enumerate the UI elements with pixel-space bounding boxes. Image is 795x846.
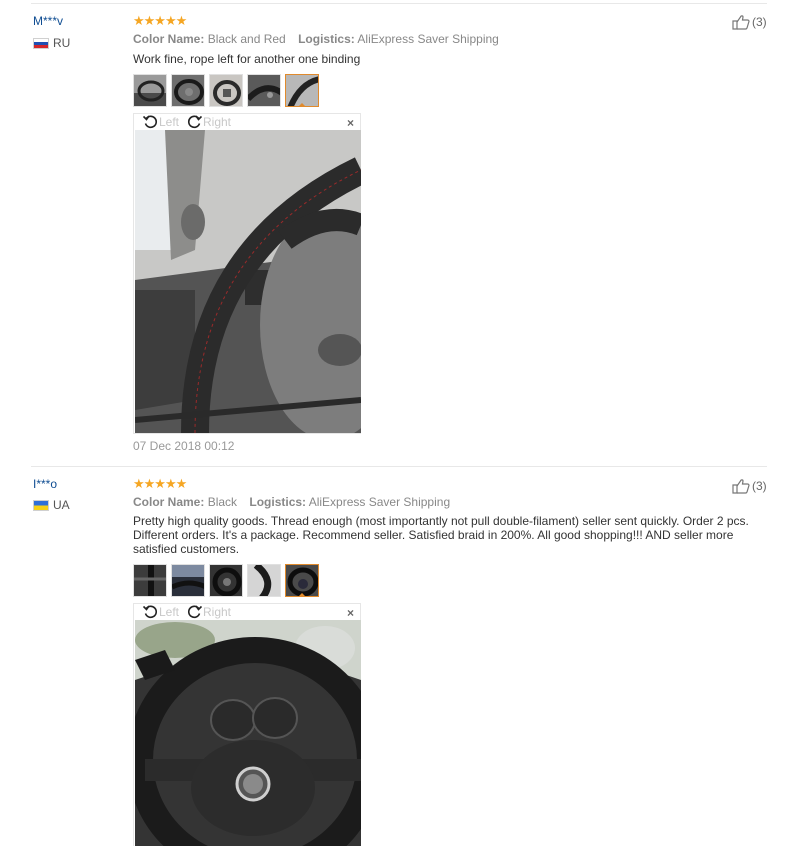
- country-code: RU: [53, 36, 71, 50]
- rotate-right-label: Right: [203, 604, 232, 619]
- close-icon[interactable]: ×: [347, 116, 354, 130]
- color-value: Black: [207, 495, 238, 509]
- flag-ru-icon: [33, 37, 49, 49]
- logistics-label: Logistics:: [249, 495, 307, 509]
- rotate-right-label: Right: [203, 114, 232, 129]
- photo-viewer: Left Right ×: [133, 603, 361, 846]
- review-photo: [135, 620, 361, 846]
- country-code: UA: [53, 498, 70, 512]
- photo-thumbnail[interactable]: [209, 564, 243, 597]
- helpful-button[interactable]: (3): [732, 478, 767, 494]
- color-label: Color Name:: [133, 495, 205, 509]
- photo-thumbnail[interactable]: [247, 564, 281, 597]
- photo-viewer: Left Right ×: [133, 113, 361, 434]
- rotate-left-button[interactable]: Left: [143, 604, 179, 619]
- photo-thumbnails: [133, 564, 319, 597]
- photo-thumbnail[interactable]: [171, 564, 205, 597]
- review-meta: Color Name: Black Logistics: AliExpress …: [133, 495, 450, 509]
- rotate-right-icon: [188, 115, 202, 129]
- helpful-button[interactable]: (3): [732, 14, 767, 30]
- photo-thumbnail[interactable]: [133, 564, 167, 597]
- photo-thumbnail[interactable]: [133, 74, 167, 107]
- rotate-right-button[interactable]: Right: [187, 604, 231, 619]
- flag-ua-icon: [33, 499, 49, 511]
- photo-thumbnail[interactable]: [171, 74, 205, 107]
- photo-thumbnail-selected[interactable]: [285, 74, 319, 107]
- logistics-label: Logistics:: [298, 32, 355, 46]
- review-item: I***o UA ★★★★★ Color Name: Black Logisti…: [0, 466, 795, 846]
- reviewer-country: RU: [33, 36, 70, 50]
- star-rating: ★★★★★: [133, 476, 187, 491]
- photo-thumbnails: [133, 74, 319, 107]
- review-date: 07 Dec 2018 00:12: [133, 439, 235, 453]
- rotate-left-label: Left: [159, 604, 180, 619]
- viewer-toolbar: Left Right ×: [134, 114, 360, 130]
- selected-caret: [298, 593, 306, 596]
- rotate-left-icon: [143, 115, 157, 129]
- reviewer-name[interactable]: I***o: [33, 477, 57, 491]
- logistics-value: AliExpress Saver Shipping: [308, 495, 451, 509]
- photo-thumbnail[interactable]: [209, 74, 243, 107]
- color-label: Color Name:: [133, 32, 205, 46]
- review-text: Work fine, rope left for another one bin…: [133, 52, 361, 66]
- reviewer-country: UA: [33, 498, 70, 512]
- rotate-left-button[interactable]: Left: [143, 114, 179, 129]
- helpful-count: (3): [752, 15, 767, 29]
- star-rating: ★★★★★: [133, 13, 187, 28]
- selected-caret: [298, 103, 306, 106]
- thumbs-up-icon: [732, 479, 750, 494]
- thumbs-up-icon: [732, 15, 750, 30]
- helpful-count: (3): [752, 479, 767, 493]
- photo-thumbnail[interactable]: [247, 74, 281, 107]
- photo-thumbnail-selected[interactable]: [285, 564, 319, 597]
- reviewer-name[interactable]: M***v: [33, 14, 63, 28]
- review-photo: [135, 130, 361, 433]
- review-meta: Color Name: Black and Red Logistics: Ali…: [133, 32, 499, 46]
- color-value: Black and Red: [207, 32, 286, 46]
- review-text: Pretty high quality goods. Thread enough…: [133, 514, 749, 556]
- logistics-value: AliExpress Saver Shipping: [357, 32, 499, 46]
- review-item: M***v RU ★★★★★ Color Name: Black and Red…: [0, 0, 795, 466]
- rotate-left-icon: [143, 605, 157, 619]
- close-icon[interactable]: ×: [347, 606, 354, 620]
- rotate-right-icon: [188, 605, 202, 619]
- viewer-toolbar: Left Right ×: [134, 604, 360, 620]
- rotate-left-label: Left: [159, 114, 180, 129]
- rotate-right-button[interactable]: Right: [187, 114, 231, 129]
